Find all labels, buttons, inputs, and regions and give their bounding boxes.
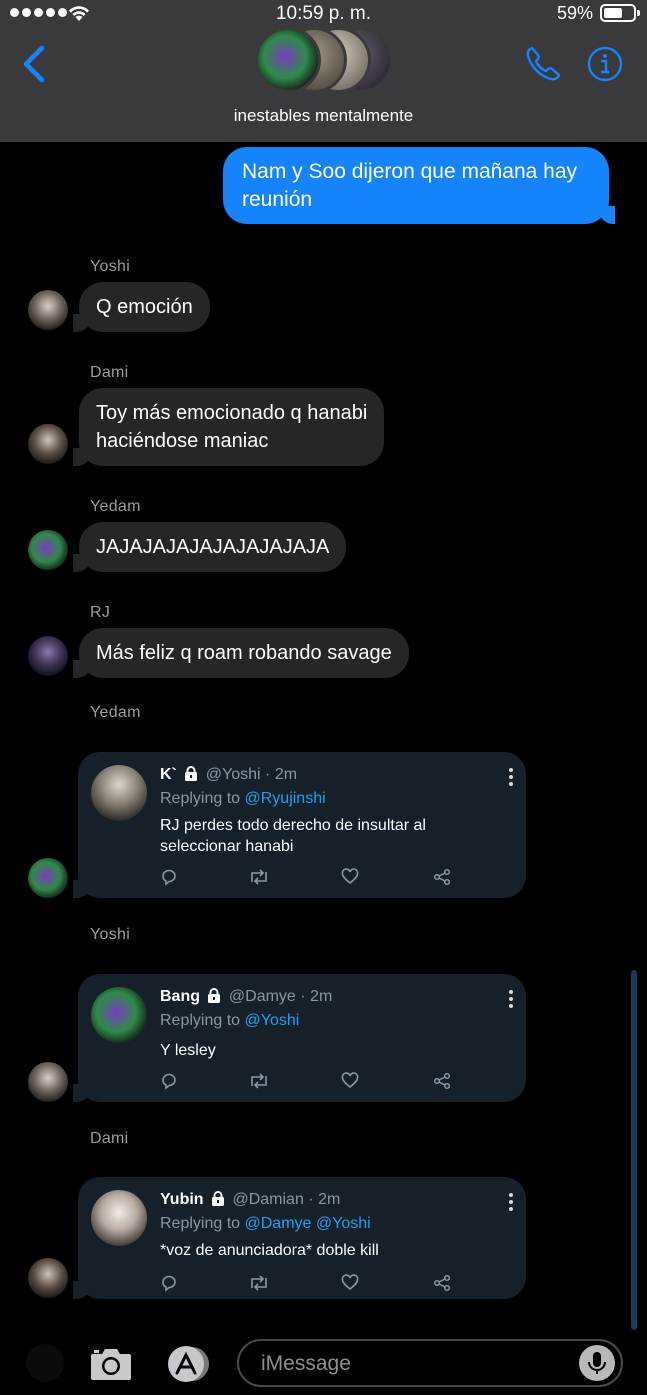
sender-name: Yoshi (90, 926, 131, 943)
tweet-text-line: *voz de anunciadora* doble kill (160, 1242, 379, 1259)
lock-icon (185, 766, 198, 781)
sender-name: Yedam (90, 498, 141, 515)
sender-avatar[interactable] (28, 424, 68, 464)
info-icon[interactable] (587, 46, 623, 82)
outgoing-message-bubble[interactable]: Nam y Soo dijeron que mañana hay reunión (223, 147, 615, 224)
tweet-author-name: Yubin (160, 1191, 204, 1208)
message-line: haciéndose maniac (96, 430, 269, 452)
group-avatars[interactable] (255, 27, 395, 97)
more-options-icon[interactable] (509, 1193, 513, 1214)
incoming-message-bubble[interactable]: JAJAJAJAJAJAJAJAJAJA (72, 522, 347, 572)
lock-icon (208, 988, 221, 1003)
like-icon[interactable] (341, 868, 359, 891)
conversation-header: 10:59 p. m. 59% inestables mentalmente (0, 0, 647, 142)
retweet-icon[interactable] (248, 868, 270, 891)
tweet-text-line: RJ perdes todo derecho de insultar al (160, 817, 426, 834)
scrollbar[interactable] (631, 970, 637, 1330)
tweet-handle: @Damian · 2m (232, 1191, 341, 1208)
like-icon[interactable] (341, 1274, 359, 1297)
sender-name: Dami (90, 1130, 129, 1147)
incoming-message-bubble[interactable]: Más feliz q roam robando savage (73, 628, 409, 678)
shared-tweet-card[interactable]: K` @Yoshi · 2m Replying to @Ryujinshi RJ… (73, 752, 526, 898)
tweet-text-line: seleccionar hanabi (160, 838, 294, 855)
sender-name: RJ (90, 604, 111, 621)
reply-icon[interactable] (160, 1072, 178, 1095)
status-time: 10:59 p. m. (275, 3, 372, 24)
member-avatar (255, 27, 321, 93)
tweet-actions (160, 1274, 460, 1296)
sender-avatar[interactable] (28, 530, 68, 570)
retweet-icon[interactable] (248, 1274, 270, 1297)
tweet-header: K` @Yoshi · 2m (160, 766, 297, 784)
tweet-replying-to: Replying to @Yoshi (160, 1012, 299, 1030)
tweet-handle: @Yoshi · 2m (205, 766, 298, 783)
sender-name: Yoshi (90, 258, 131, 275)
tweet-handle: @Damye · 2m (228, 988, 333, 1005)
tweet-avatar[interactable] (91, 987, 147, 1043)
share-icon[interactable] (433, 1072, 451, 1095)
phone-icon[interactable] (524, 45, 562, 83)
more-options-icon[interactable] (509, 768, 513, 789)
compose-bar: iMessage (0, 1330, 647, 1395)
status-bar: 10:59 p. m. 59% (0, 0, 647, 28)
digital-touch-button[interactable] (26, 1344, 64, 1382)
group-name[interactable]: inestables mentalmente (0, 106, 647, 126)
tweet-header: Bang @Damye · 2m (160, 988, 332, 1006)
share-icon[interactable] (433, 1274, 451, 1297)
replying-label: Replying to (160, 1012, 241, 1029)
replying-label: Replying to (160, 790, 241, 807)
shared-tweet-card[interactable]: Bang @Damye · 2m Replying to @Yoshi Y le… (73, 974, 526, 1102)
sender-name: Dami (90, 364, 129, 381)
camera-icon[interactable] (89, 1344, 133, 1382)
tweet-text-line: Y lesley (160, 1042, 216, 1059)
like-icon[interactable] (341, 1072, 359, 1095)
tweet-actions (160, 868, 460, 890)
sender-avatar[interactable] (28, 636, 68, 676)
tweet-replying-to: Replying to @Ryujinshi (160, 790, 326, 808)
sender-avatar[interactable] (28, 858, 68, 898)
tweet-header: Yubin @Damian · 2m (160, 1191, 340, 1209)
more-options-icon[interactable] (509, 990, 513, 1011)
tweet-actions (160, 1072, 460, 1094)
share-icon[interactable] (433, 868, 451, 891)
battery-icon (600, 4, 640, 22)
back-chevron-icon[interactable] (20, 44, 50, 84)
sender-avatar[interactable] (28, 1062, 68, 1102)
tweet-replying-to: Replying to @Damye @Yoshi (160, 1215, 371, 1233)
sender-name: Yedam (90, 704, 141, 721)
tweet-avatar[interactable] (91, 1190, 147, 1246)
retweet-icon[interactable] (248, 1072, 270, 1095)
tweet-text: RJ perdes todo derecho de insultar al se… (160, 815, 426, 857)
incoming-message-bubble[interactable]: Toy más emocionado q hanabi haciéndose m… (72, 388, 385, 466)
tweet-avatar[interactable] (91, 765, 147, 821)
tweet-text: *voz de anunciadora* doble kill (160, 1240, 379, 1261)
app-store-button[interactable] (162, 1344, 212, 1384)
message-line: Toy más emocionado q hanabi (96, 402, 368, 424)
tweet-mention-link[interactable]: @Damye @Yoshi (245, 1215, 371, 1232)
message-input-placeholder: iMessage (261, 1352, 351, 1375)
microphone-icon (588, 1352, 606, 1374)
incoming-message-bubble[interactable]: Q emoción (73, 282, 210, 332)
tweet-mention-link[interactable]: @Yoshi (245, 1012, 300, 1029)
reply-icon[interactable] (160, 868, 178, 891)
reply-icon[interactable] (160, 1274, 178, 1297)
tweet-mention-link[interactable]: @Ryujinshi (245, 790, 326, 807)
sender-avatar[interactable] (28, 290, 68, 330)
shared-tweet-card[interactable]: Yubin @Damian · 2m Replying to @Damye @Y… (73, 1177, 526, 1299)
replying-label: Replying to (160, 1215, 241, 1232)
message-input[interactable]: iMessage (237, 1339, 623, 1387)
sender-avatar[interactable] (28, 1258, 68, 1298)
microphone-button[interactable] (579, 1345, 615, 1381)
battery-percent: 59% (557, 3, 594, 23)
tweet-author-name: Bang (160, 988, 200, 1005)
tweet-text: Y lesley (160, 1040, 216, 1061)
lock-icon (212, 1191, 225, 1206)
tweet-author-name: K` (160, 766, 177, 783)
